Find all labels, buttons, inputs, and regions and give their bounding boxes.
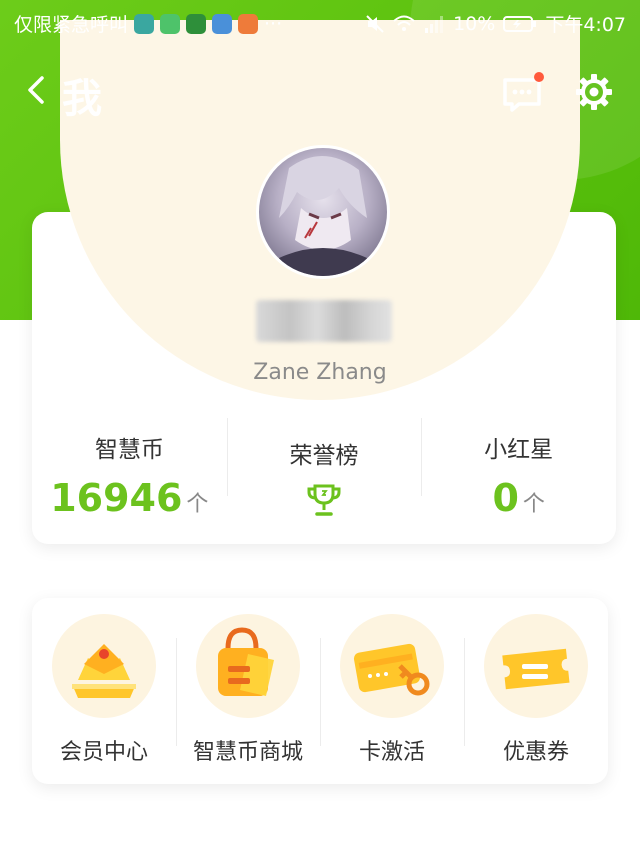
more-notifications: ··· [264, 12, 283, 35]
back-button[interactable] [22, 70, 52, 110]
shopping-bag-icon [218, 627, 274, 696]
settings-button[interactable] [572, 70, 616, 114]
menu-icon-bg [196, 614, 300, 718]
unread-badge [534, 72, 544, 82]
carrier-text: 仅限紧急呼叫 [14, 14, 129, 36]
stat-label: 智慧币 [94, 437, 164, 463]
signal-icon [425, 15, 444, 33]
menu-icon-bg [340, 614, 444, 718]
feature-menu: 会员中心 智慧币商城 卡激活 优惠券 [32, 598, 608, 784]
mute-icon [366, 14, 384, 33]
stat-value [227, 480, 422, 524]
title-bar: 我 [0, 62, 640, 122]
hotspot-app-icon [134, 13, 155, 34]
battery-icon [503, 15, 537, 32]
menu-icon-bg [52, 614, 156, 718]
chevron-left-icon [28, 76, 44, 104]
stat-label: 荣誉榜 [289, 443, 359, 469]
trophy-icon [307, 484, 341, 516]
stat-value: 16946 个 [32, 478, 227, 525]
music-app-icon [212, 13, 233, 34]
page-title: 我 [62, 76, 102, 122]
username: Zane Zhang [253, 360, 387, 385]
study-app-icon [186, 13, 207, 34]
status-bar: 仅限紧急呼叫 ··· 10% 下午4:07 [0, 0, 640, 44]
menu-label: 卡激活 [358, 740, 425, 765]
coins-count: 16946 [50, 476, 183, 520]
game-app-icon [238, 13, 259, 34]
card-key-icon [353, 643, 430, 696]
battery-percent: 10% [453, 12, 496, 35]
menu-icon-bg [484, 614, 588, 718]
menu-item-coin-mall[interactable]: 智慧币商城 [176, 598, 320, 784]
stars-unit: 个 [522, 492, 545, 517]
baidu-app-icon [160, 13, 181, 34]
message-button[interactable] [500, 70, 546, 114]
menu-item-coupons[interactable]: 优惠券 [464, 598, 608, 784]
avatar[interactable] [256, 145, 390, 279]
stat-red-stars[interactable]: 小红星 0个 [421, 412, 616, 532]
message-icon [503, 72, 544, 112]
stats-row: 智慧币 16946 个 荣誉榜 小红星 0个 [32, 412, 616, 532]
stars-count: 0 [492, 476, 519, 520]
wifi-icon [393, 15, 415, 31]
clock: 下午4:07 [545, 14, 626, 36]
avatar-image [279, 155, 367, 276]
coupon-icon [502, 648, 570, 690]
menu-label: 智慧币商城 [192, 740, 303, 765]
stat-honor-board[interactable]: 荣誉榜 [226, 412, 422, 532]
crown-icon [72, 644, 136, 698]
menu-item-membership[interactable]: 会员中心 [32, 598, 176, 784]
stat-coins[interactable]: 智慧币 16946 个 [32, 412, 227, 532]
nickname-blurred [256, 300, 392, 342]
stat-value: 0个 [421, 478, 616, 525]
menu-item-card-activation[interactable]: 卡激活 [320, 598, 464, 784]
stat-label: 小红星 [484, 437, 554, 463]
gear-icon [576, 74, 612, 110]
coins-unit: 个 [186, 492, 209, 517]
menu-label: 优惠券 [502, 740, 569, 765]
menu-label: 会员中心 [59, 740, 148, 765]
